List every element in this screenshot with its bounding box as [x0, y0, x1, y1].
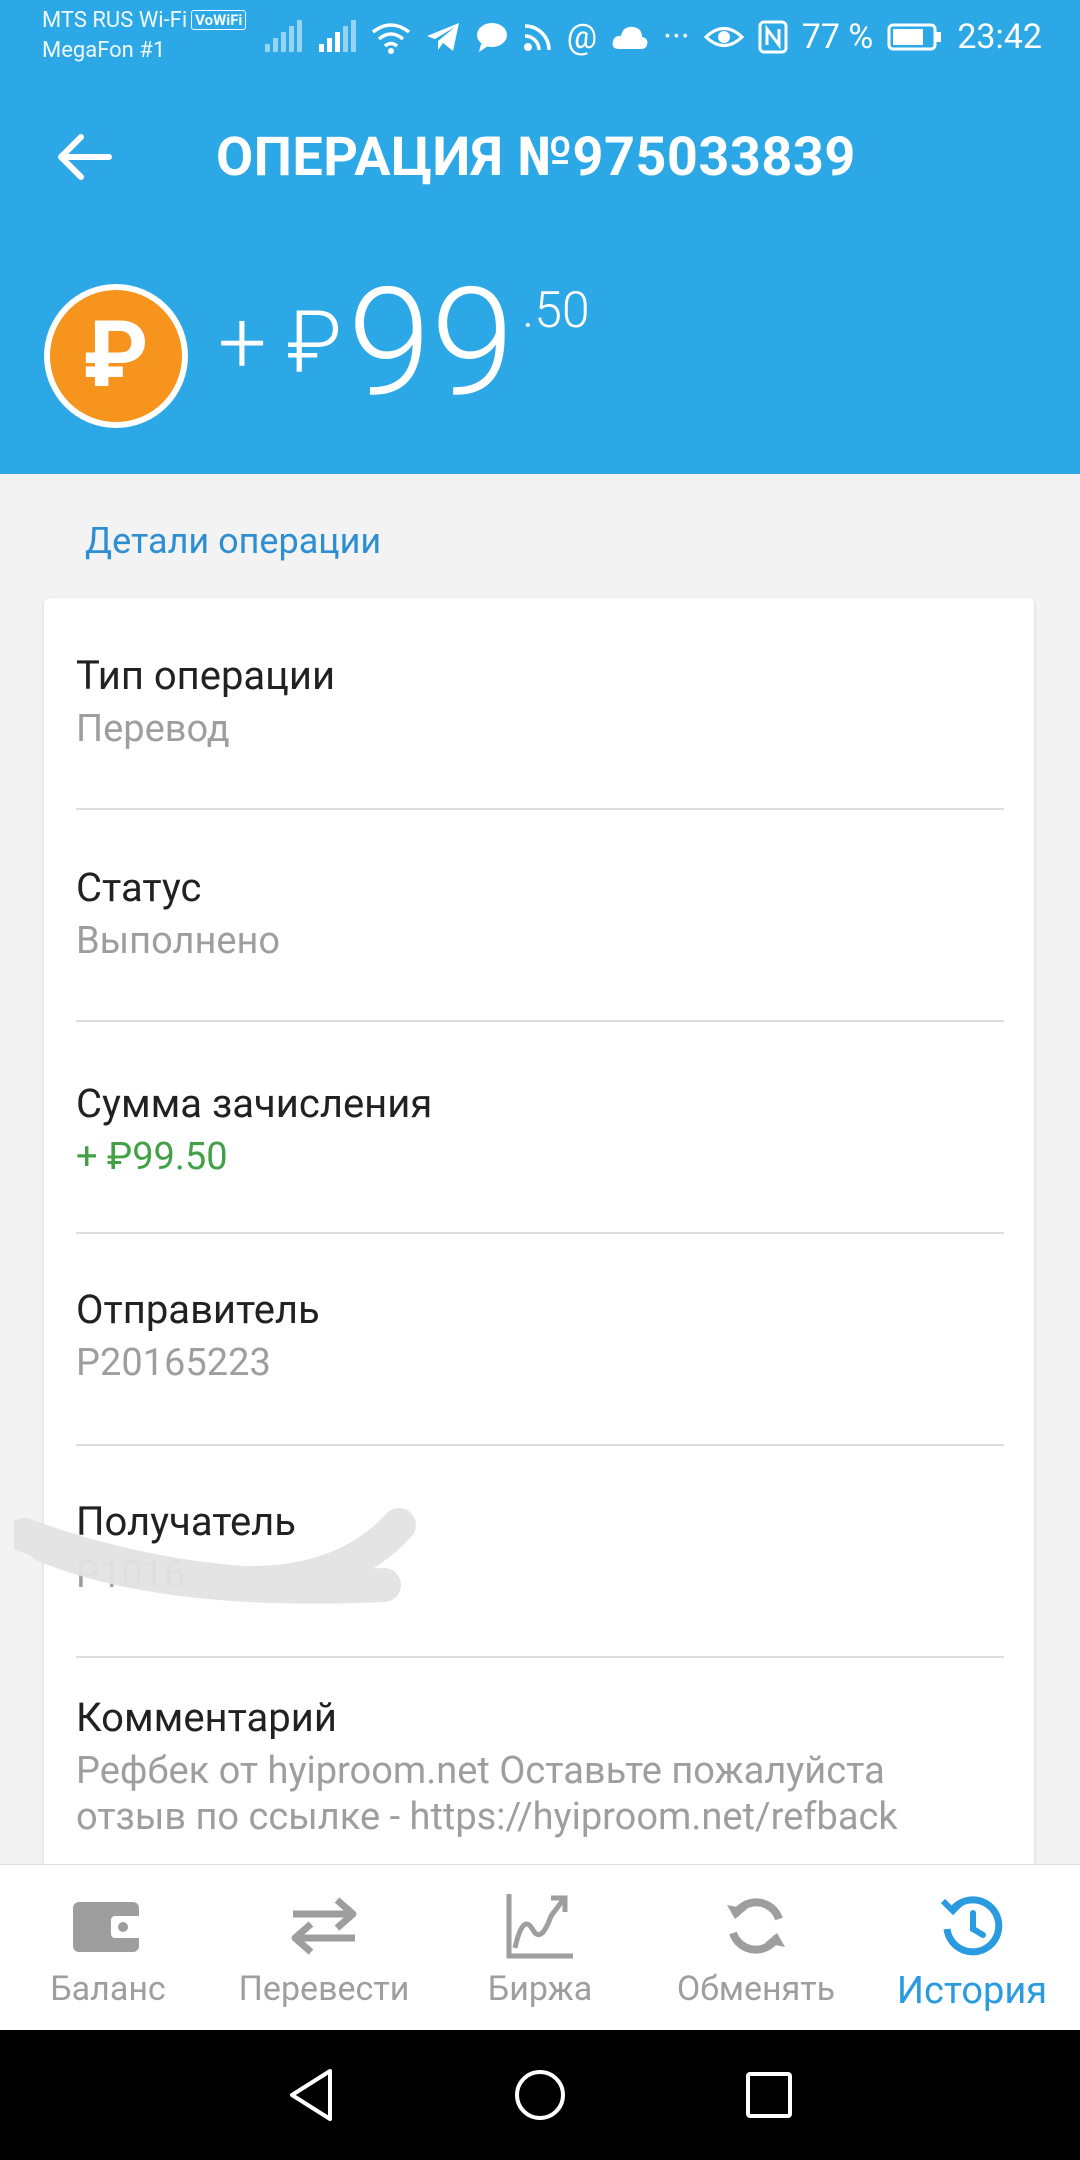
amount-header: ₽ + ₽ 99 .50 [0, 240, 1080, 474]
transfer-arrows-icon [291, 1897, 357, 1955]
nfc-icon [758, 20, 788, 54]
rss-icon [523, 24, 551, 51]
arrow-back-icon [58, 134, 112, 180]
exchange-refresh-icon [727, 1898, 785, 1954]
nav-label: История [896, 1969, 1048, 2013]
history-clock-icon [940, 1896, 1003, 1956]
detail-row-amount: Сумма зачисления + ₽99.50 [76, 1076, 1004, 1234]
status-bar: MTS RUS Wi-Fi VoWiFi MegaFon #1 @ ··· 77 … [0, 0, 1080, 74]
redaction-scribble [14, 1508, 416, 1604]
eye-icon [703, 27, 744, 47]
app-bar: ОПЕРАЦИЯ №975033839 [0, 74, 1080, 240]
cloud-icon [612, 26, 648, 49]
signal-icon [264, 20, 302, 52]
wallet-icon [73, 1902, 143, 1952]
detail-value: Выполнено [76, 919, 281, 963]
back-button[interactable] [50, 122, 120, 192]
detail-value-amount: + ₽99.50 [76, 1135, 228, 1179]
detail-row-comment: Комментарий Рефбек от hyiproom.net Остав… [76, 1690, 1004, 1870]
amount-sign: + [218, 292, 267, 393]
detail-label: Отправитель [76, 1286, 320, 1333]
bottom-navigation: Баланс Перевести Биржа Обменять История [0, 1864, 1080, 2031]
carrier-info: MTS RUS Wi-Fi VoWiFi MegaFon #1 [42, 6, 247, 66]
detail-value-line-1: Рефбек от hyiproom.net Оставьте пожалуйс… [76, 1749, 885, 1793]
at-icon: @ [566, 17, 598, 57]
carrier-2: MegaFon #1 [42, 38, 166, 63]
triangle-back-icon [290, 2069, 332, 2121]
telegram-icon [426, 23, 459, 51]
nav-transfer[interactable]: Перевести [216, 1865, 432, 2031]
clock: 23:42 [957, 17, 1042, 57]
status-icons: @ ··· 77 % 23:42 [263, 12, 1042, 62]
amount-display: + ₽ 99 .50 [218, 268, 590, 418]
system-navigation-bar [0, 2030, 1080, 2160]
chart-icon [506, 1894, 573, 1959]
battery-icon [887, 23, 942, 51]
nav-exchange-market[interactable]: Биржа [432, 1865, 648, 2031]
detail-label: Комментарий [76, 1694, 337, 1741]
system-back-button[interactable] [276, 2060, 346, 2130]
ruble-coin-symbol: ₽ [50, 290, 182, 422]
nav-swap[interactable]: Обменять [648, 1865, 864, 2031]
amount-integer: 99 [347, 255, 515, 431]
detail-row-status: Статус Выполнено [76, 860, 1004, 1022]
more-dots-icon: ··· [663, 17, 690, 57]
nav-label: Перевести [238, 1969, 410, 2009]
detail-label: Сумма зачисления [76, 1080, 433, 1127]
detail-row-sender: Отправитель P20165223 [76, 1282, 1004, 1446]
vowifi-badge: VoWiFi [191, 10, 247, 30]
nav-label: Обменять [676, 1969, 836, 2009]
detail-row-type: Тип операции Перевод [76, 648, 1004, 810]
amount-fraction: .50 [522, 282, 590, 340]
page-title: ОПЕРАЦИЯ №975033839 [216, 126, 856, 189]
system-recents-button[interactable] [734, 2060, 804, 2130]
system-home-button[interactable] [505, 2060, 575, 2130]
nav-balance[interactable]: Баланс [0, 1865, 216, 2031]
wifi-icon [371, 23, 410, 54]
detail-label: Статус [76, 864, 202, 911]
chat-bubble-icon [476, 23, 507, 52]
nav-label: Баланс [50, 1969, 166, 2009]
detail-value: P20165223 [76, 1341, 271, 1385]
nav-history[interactable]: История [864, 1865, 1080, 2031]
circle-home-icon [515, 2070, 565, 2120]
signal-icon-2 [318, 20, 356, 52]
detail-value: Перевод [76, 707, 230, 751]
carrier-1: MTS RUS Wi-Fi [42, 8, 188, 33]
detail-value-line-2: отзыв по ссылке - https://hyiproom.net/r… [76, 1795, 898, 1839]
amount-currency: ₽ [286, 292, 342, 393]
square-recents-icon [746, 2072, 792, 2118]
ruble-coin-icon: ₽ [44, 284, 188, 428]
detail-label: Тип операции [76, 652, 336, 699]
battery-percent: 77 % [801, 17, 874, 57]
section-title: Детали операции [85, 520, 382, 562]
nav-label: Биржа [487, 1969, 593, 2009]
